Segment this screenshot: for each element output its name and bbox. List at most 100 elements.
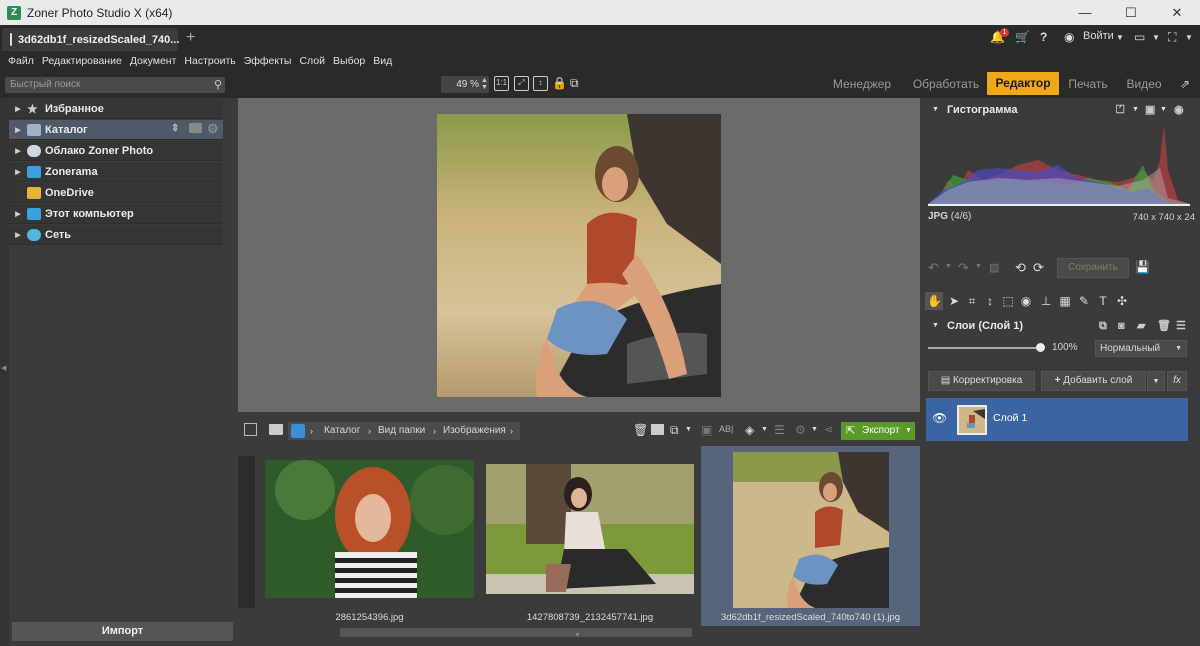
expand-arrow-icon[interactable]: ▶ (9, 168, 27, 176)
thumbnail-1[interactable] (265, 460, 474, 598)
quick-search-input[interactable]: Быстрый поиск ⚲ (5, 77, 225, 93)
undo-dropdown-icon[interactable]: ▼ (945, 263, 952, 270)
expand-arrow-icon[interactable]: ▶ (9, 231, 27, 239)
duplicate-layer-icon[interactable]: ⧉ (1099, 316, 1107, 336)
menu-effects[interactable]: Эффекты (244, 55, 292, 67)
menu-select[interactable]: Выбор (333, 55, 365, 67)
fullscreen-dropdown-icon[interactable]: ▼ (1185, 33, 1193, 42)
menu-view[interactable]: Вид (373, 55, 392, 67)
add-layer-button[interactable]: + Добавить слой (1041, 371, 1146, 391)
menu-file[interactable]: Файл (8, 55, 34, 67)
histogram-view-icon[interactable]: ▣ (1145, 100, 1155, 120)
shapes-icon[interactable]: ✣ (1115, 294, 1129, 308)
gear-icon[interactable]: ⚙ (207, 121, 219, 137)
rename-icon[interactable]: AB| (719, 424, 733, 434)
filter-icon[interactable]: ☰ (774, 423, 785, 437)
pointer-icon[interactable]: ➤ (947, 294, 961, 308)
open-external-icon[interactable]: ⇗ (1180, 77, 1190, 91)
redo-dropdown-icon[interactable]: ▼ (975, 263, 982, 270)
hand-icon[interactable]: ✋ (927, 294, 942, 308)
rotate-left-icon[interactable]: ⟲ (1015, 260, 1026, 276)
crop-icon[interactable]: ⌗ (965, 294, 979, 308)
folder-up-icon[interactable] (269, 424, 283, 435)
selection-icon[interactable]: ⬚ (1001, 294, 1015, 308)
mode-print[interactable]: Печать (1062, 71, 1114, 98)
import-button[interactable]: Импорт (12, 622, 233, 641)
opacity-slider-knob[interactable] (1036, 343, 1045, 352)
minimize-button[interactable]: — (1062, 0, 1108, 25)
layer-menu-icon[interactable]: ☰ (1176, 316, 1186, 336)
rotate-right-icon[interactable]: ⟳ (1033, 260, 1044, 276)
new-folder-icon[interactable] (651, 424, 664, 435)
user-icon[interactable]: ◉ (1064, 30, 1074, 44)
mode-editor[interactable]: Редактор (987, 72, 1059, 95)
nav-item-network[interactable]: ▶ Сеть (9, 225, 223, 245)
menu-document[interactable]: Документ (130, 55, 177, 67)
expand-arrow-icon[interactable]: ▶ (9, 126, 27, 134)
undo-icon[interactable]: ↶ (928, 260, 939, 276)
export-button[interactable]: ⇱ Экспорт ▼ (841, 422, 915, 440)
delete-layer-icon[interactable]: 🗑 (1157, 316, 1171, 336)
image-preview-area[interactable] (238, 98, 920, 412)
adjustment-button[interactable]: ▤ Корректировка (928, 371, 1035, 391)
expand-arrow-icon[interactable]: ▶ (9, 210, 27, 218)
compare-view-icon[interactable]: ⧉ (570, 76, 579, 91)
expand-arrow-icon[interactable]: ▶ (9, 105, 27, 113)
actual-size-icon[interactable]: 1:1 (494, 76, 509, 91)
breadcrumb-item[interactable]: Каталог (324, 422, 360, 440)
layer-folder-icon[interactable]: ▰ (1137, 316, 1145, 336)
catalog-breadcrumb-icon[interactable] (291, 424, 305, 438)
trash-icon[interactable]: 🗑 (633, 423, 648, 437)
channel-dropdown-icon[interactable]: ▼ (1132, 100, 1139, 120)
layers-header[interactable]: ▼ Слои (Слой 1) ⧉ ◙ ▰ 🗑 ☰ (923, 316, 1200, 336)
mode-develop[interactable]: Обработать (905, 71, 987, 98)
expand-arrow-icon[interactable]: ▶ (9, 147, 27, 155)
breadcrumb-item[interactable]: Изображения (443, 422, 506, 440)
clipping-icon[interactable]: ◉ (1174, 100, 1184, 120)
layer-row[interactable]: 👁 Слой 1 (926, 398, 1188, 441)
mask-icon[interactable]: ◙ (1118, 316, 1125, 336)
fit-height-icon[interactable]: ↕ (533, 76, 548, 91)
fit-to-screen-icon[interactable]: ⤢ (514, 76, 529, 91)
select-all-icon[interactable] (244, 423, 257, 436)
share-dropdown-icon[interactable]: ▼ (811, 426, 818, 433)
display-dropdown-icon[interactable]: ▼ (1152, 33, 1160, 42)
help-icon[interactable]: ? (1040, 30, 1047, 44)
fullscreen-icon[interactable]: ⛶ (1168, 30, 1176, 45)
nav-item-zoner-cloud[interactable]: ▶ Облако Zoner Photo (9, 141, 223, 161)
straighten-icon[interactable]: ↕ (983, 294, 997, 308)
nav-item-catalog[interactable]: ▶ Каталог ⇕ ⚙ (9, 120, 223, 140)
add-layer-dropdown[interactable]: ▼ (1147, 371, 1165, 391)
collapse-icon[interactable]: ▼ (932, 100, 939, 120)
menu-edit[interactable]: Редактирование (42, 55, 122, 67)
copy-dropdown-icon[interactable]: ▼ (685, 426, 692, 433)
original-icon[interactable]: ▨ (989, 261, 999, 274)
mode-manager[interactable]: Менеджер (826, 71, 898, 98)
thumbnail-2[interactable] (486, 464, 694, 594)
nav-item-onedrive[interactable]: OneDrive (9, 183, 223, 203)
sort-icon[interactable]: ⇕ (171, 123, 179, 134)
view-dropdown-icon[interactable]: ▼ (1160, 100, 1167, 120)
display-settings-icon[interactable]: ▭ (1134, 30, 1145, 44)
export-dropdown-icon[interactable]: ▼ (905, 422, 912, 440)
stamp-icon[interactable]: ⊥ (1039, 294, 1053, 308)
maximize-button[interactable]: ☐ (1108, 0, 1154, 25)
cart-icon[interactable]: 🛒 (1015, 30, 1030, 44)
login-dropdown-icon[interactable]: ▼ (1116, 33, 1124, 42)
nav-item-favorites[interactable]: ▶ ★ Избранное (9, 99, 223, 119)
lock-icon[interactable]: 🔒 (552, 76, 567, 90)
document-tab[interactable]: 3d62db1f_resizedScaled_740... (2, 28, 179, 51)
text-icon[interactable]: T (1096, 294, 1110, 308)
collapse-left-icon[interactable]: ◀ (1, 364, 6, 372)
grid-icon[interactable]: ▦ (1058, 294, 1072, 308)
nav-item-this-pc[interactable]: ▶ Этот компьютер (9, 204, 223, 224)
save-as-icon[interactable]: 💾 (1135, 260, 1150, 274)
breadcrumb-item[interactable]: Вид папки (378, 422, 425, 440)
redo-icon[interactable]: ↷ (958, 260, 969, 276)
collapse-filmstrip-icon[interactable]: ▼ (574, 632, 581, 639)
collapse-icon[interactable]: ▼ (932, 316, 939, 336)
nav-item-zonerama[interactable]: ▶ Zonerama (9, 162, 223, 182)
histogram-channel-icon[interactable]: ⏍ (1116, 100, 1124, 120)
menu-layer[interactable]: Слой (299, 55, 325, 67)
stack-dropdown-icon[interactable]: ▼ (761, 426, 768, 433)
